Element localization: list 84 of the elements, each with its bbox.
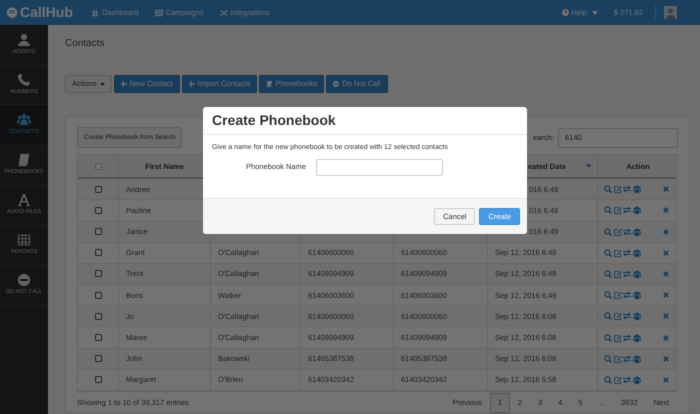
- nav-icon: [154, 8, 163, 16]
- edit-icon[interactable]: [614, 334, 622, 342]
- search-icon[interactable]: [604, 248, 612, 257]
- row-checkbox[interactable]: [94, 186, 102, 193]
- book-icon: [266, 81, 272, 88]
- question-icon: [562, 9, 570, 16]
- users-icon[interactable]: [632, 376, 640, 384]
- row-checkbox[interactable]: [94, 270, 102, 278]
- dialog-title: Create Phonebook: [212, 111, 336, 130]
- edit-icon[interactable]: [614, 228, 622, 236]
- close-icon[interactable]: [663, 228, 669, 235]
- edit-icon[interactable]: [614, 270, 622, 278]
- app-logo[interactable]: CallHub: [20, 2, 73, 23]
- users-icon[interactable]: [632, 354, 640, 363]
- close-icon[interactable]: [663, 250, 669, 256]
- edit-icon[interactable]: [614, 376, 622, 384]
- person-icon: [17, 33, 31, 48]
- close-icon[interactable]: [663, 376, 669, 383]
- letter-a-icon: [17, 193, 31, 208]
- edit-icon[interactable]: [614, 206, 622, 214]
- swap-arrows-icon[interactable]: [623, 185, 631, 194]
- row-checkbox[interactable]: [94, 355, 102, 362]
- edit-icon[interactable]: [614, 354, 622, 363]
- swap-arrows-icon[interactable]: [623, 376, 631, 384]
- edit-icon[interactable]: [614, 291, 622, 300]
- nav-icon: [90, 8, 99, 16]
- search-icon[interactable]: [604, 270, 612, 278]
- users-icon[interactable]: [632, 312, 640, 320]
- search-icon[interactable]: [604, 312, 612, 320]
- row-checkbox[interactable]: [94, 249, 102, 256]
- caret-icon: [100, 82, 105, 86]
- close-icon[interactable]: [663, 186, 669, 192]
- phonebook-name-field[interactable]: [316, 158, 443, 176]
- search-icon[interactable]: [604, 228, 612, 236]
- close-icon[interactable]: [663, 313, 669, 320]
- search-icon[interactable]: [604, 291, 612, 300]
- page-title: Contacts: [65, 37, 106, 50]
- edit-icon[interactable]: [614, 185, 622, 194]
- users-icon[interactable]: [632, 248, 640, 257]
- plus-icon: [120, 81, 127, 88]
- edit-icon[interactable]: [614, 248, 622, 257]
- minus-circle-icon: [333, 81, 340, 88]
- sort-descending-icon: [586, 164, 591, 168]
- grid-icon: [17, 233, 31, 248]
- close-icon[interactable]: [663, 334, 669, 341]
- row-checkbox[interactable]: [94, 206, 102, 214]
- nav-icon: [220, 8, 228, 16]
- users-icon: [17, 113, 31, 128]
- search-icon[interactable]: [604, 185, 612, 194]
- book-icon: [17, 153, 31, 168]
- search-icon[interactable]: [604, 206, 612, 214]
- swap-arrows-icon[interactable]: [623, 206, 631, 214]
- close-icon[interactable]: [663, 292, 669, 298]
- plus-icon: [188, 81, 195, 88]
- users-icon[interactable]: [632, 270, 640, 278]
- swap-arrows-icon[interactable]: [623, 354, 631, 363]
- row-checkbox[interactable]: [94, 376, 102, 384]
- avatar-icon[interactable]: [664, 6, 677, 19]
- close-icon[interactable]: [663, 207, 669, 214]
- search-icon[interactable]: [604, 354, 612, 363]
- swap-arrows-icon[interactable]: [623, 334, 631, 342]
- phone-icon: [17, 73, 31, 88]
- users-icon[interactable]: [632, 334, 640, 342]
- row-checkbox[interactable]: [94, 292, 102, 299]
- chat-bubble-icon: [6, 6, 18, 18]
- row-checkbox[interactable]: [94, 334, 102, 342]
- users-icon[interactable]: [632, 185, 640, 194]
- edit-icon[interactable]: [614, 312, 622, 320]
- swap-arrows-icon[interactable]: [623, 248, 631, 257]
- swap-arrows-icon[interactable]: [623, 312, 631, 320]
- search-icon[interactable]: [604, 334, 612, 342]
- caret-icon: [592, 10, 598, 14]
- close-icon[interactable]: [663, 356, 669, 362]
- row-checkbox[interactable]: [94, 312, 102, 320]
- users-icon[interactable]: [632, 291, 640, 300]
- swap-arrows-icon[interactable]: [623, 228, 631, 236]
- users-icon[interactable]: [632, 206, 640, 214]
- search-icon[interactable]: [604, 376, 612, 384]
- swap-arrows-icon[interactable]: [623, 291, 631, 300]
- swap-arrows-icon[interactable]: [623, 270, 631, 278]
- users-icon[interactable]: [632, 228, 640, 236]
- row-checkbox[interactable]: [94, 228, 102, 236]
- close-icon[interactable]: [663, 270, 669, 277]
- header-checkbox[interactable]: [94, 162, 102, 170]
